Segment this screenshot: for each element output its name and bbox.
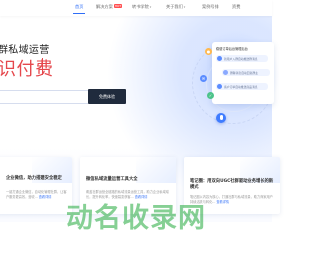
nav-item-solutions-label: 解决方案: [96, 4, 113, 9]
hero-title-line2: 识付费: [0, 59, 54, 80]
illustration-chat-card: 稳健订单后台管理后台 新用户入群自动推送群消息 群聊消息自动回复群主 客户订单自…: [212, 42, 274, 104]
nav-item-pricing[interactable]: 资费: [232, 4, 240, 10]
chat-row-text: 群聊消息自动回复群主: [230, 70, 258, 75]
avatar: [217, 84, 222, 89]
nav-item-home[interactable]: 首页: [75, 4, 83, 10]
chevron-down-icon: ▾: [183, 5, 186, 9]
card-title: 笔记圈：用双向UGC社群驱动业务增长的新模式: [190, 179, 274, 190]
chat-row-text: 新用户入群自动推送群消息: [224, 56, 258, 61]
chat-row: 群聊消息自动回复群主: [222, 69, 270, 76]
chat-row-text: 客户订单自动推送商品消息: [224, 84, 258, 89]
top-nav: 首页 解决方案 HOT 转书学院▾ 关于我们▾ 案例号排 资费: [0, 0, 272, 16]
free-trial-button[interactable]: 免费体验: [88, 89, 126, 104]
user-icon: ●: [205, 48, 212, 55]
phone-input[interactable]: [0, 90, 88, 104]
check-icon: ✓: [207, 92, 214, 99]
nav-item-academy[interactable]: 转书学院▾: [132, 4, 151, 10]
chat-card-title: 稳健订单后台管理后台: [216, 47, 248, 51]
hero-title-line1: 群私域运营: [0, 45, 50, 56]
nav-item-cases[interactable]: 案例号排: [202, 4, 219, 10]
avatar: [223, 70, 228, 75]
avatar: [217, 56, 222, 61]
card-title: 微信私域流量运营工具大全: [86, 177, 138, 182]
chat-icon: ✉: [200, 75, 207, 82]
nav-item-solutions[interactable]: 解决方案 HOT: [96, 4, 123, 10]
nav-item-academy-label: 转书学院: [132, 4, 149, 9]
nav-item-about-label: 关于我们: [166, 4, 183, 9]
card-title: 企业微信，助力搭建安全稳定: [6, 176, 62, 181]
chat-row: 客户订单自动推送商品消息: [216, 83, 268, 90]
microphone-icon: [216, 113, 226, 123]
nav-item-about[interactable]: 关于我们▾: [166, 4, 185, 10]
chevron-down-icon: ▾: [149, 5, 152, 9]
chat-row: 新用户入群自动推送群消息: [216, 55, 268, 62]
hot-badge: HOT: [113, 4, 123, 8]
typing-cursor: [42, 58, 43, 75]
site-watermark: 动名收录网: [66, 203, 206, 234]
nav-active-indicator: [73, 13, 85, 14]
